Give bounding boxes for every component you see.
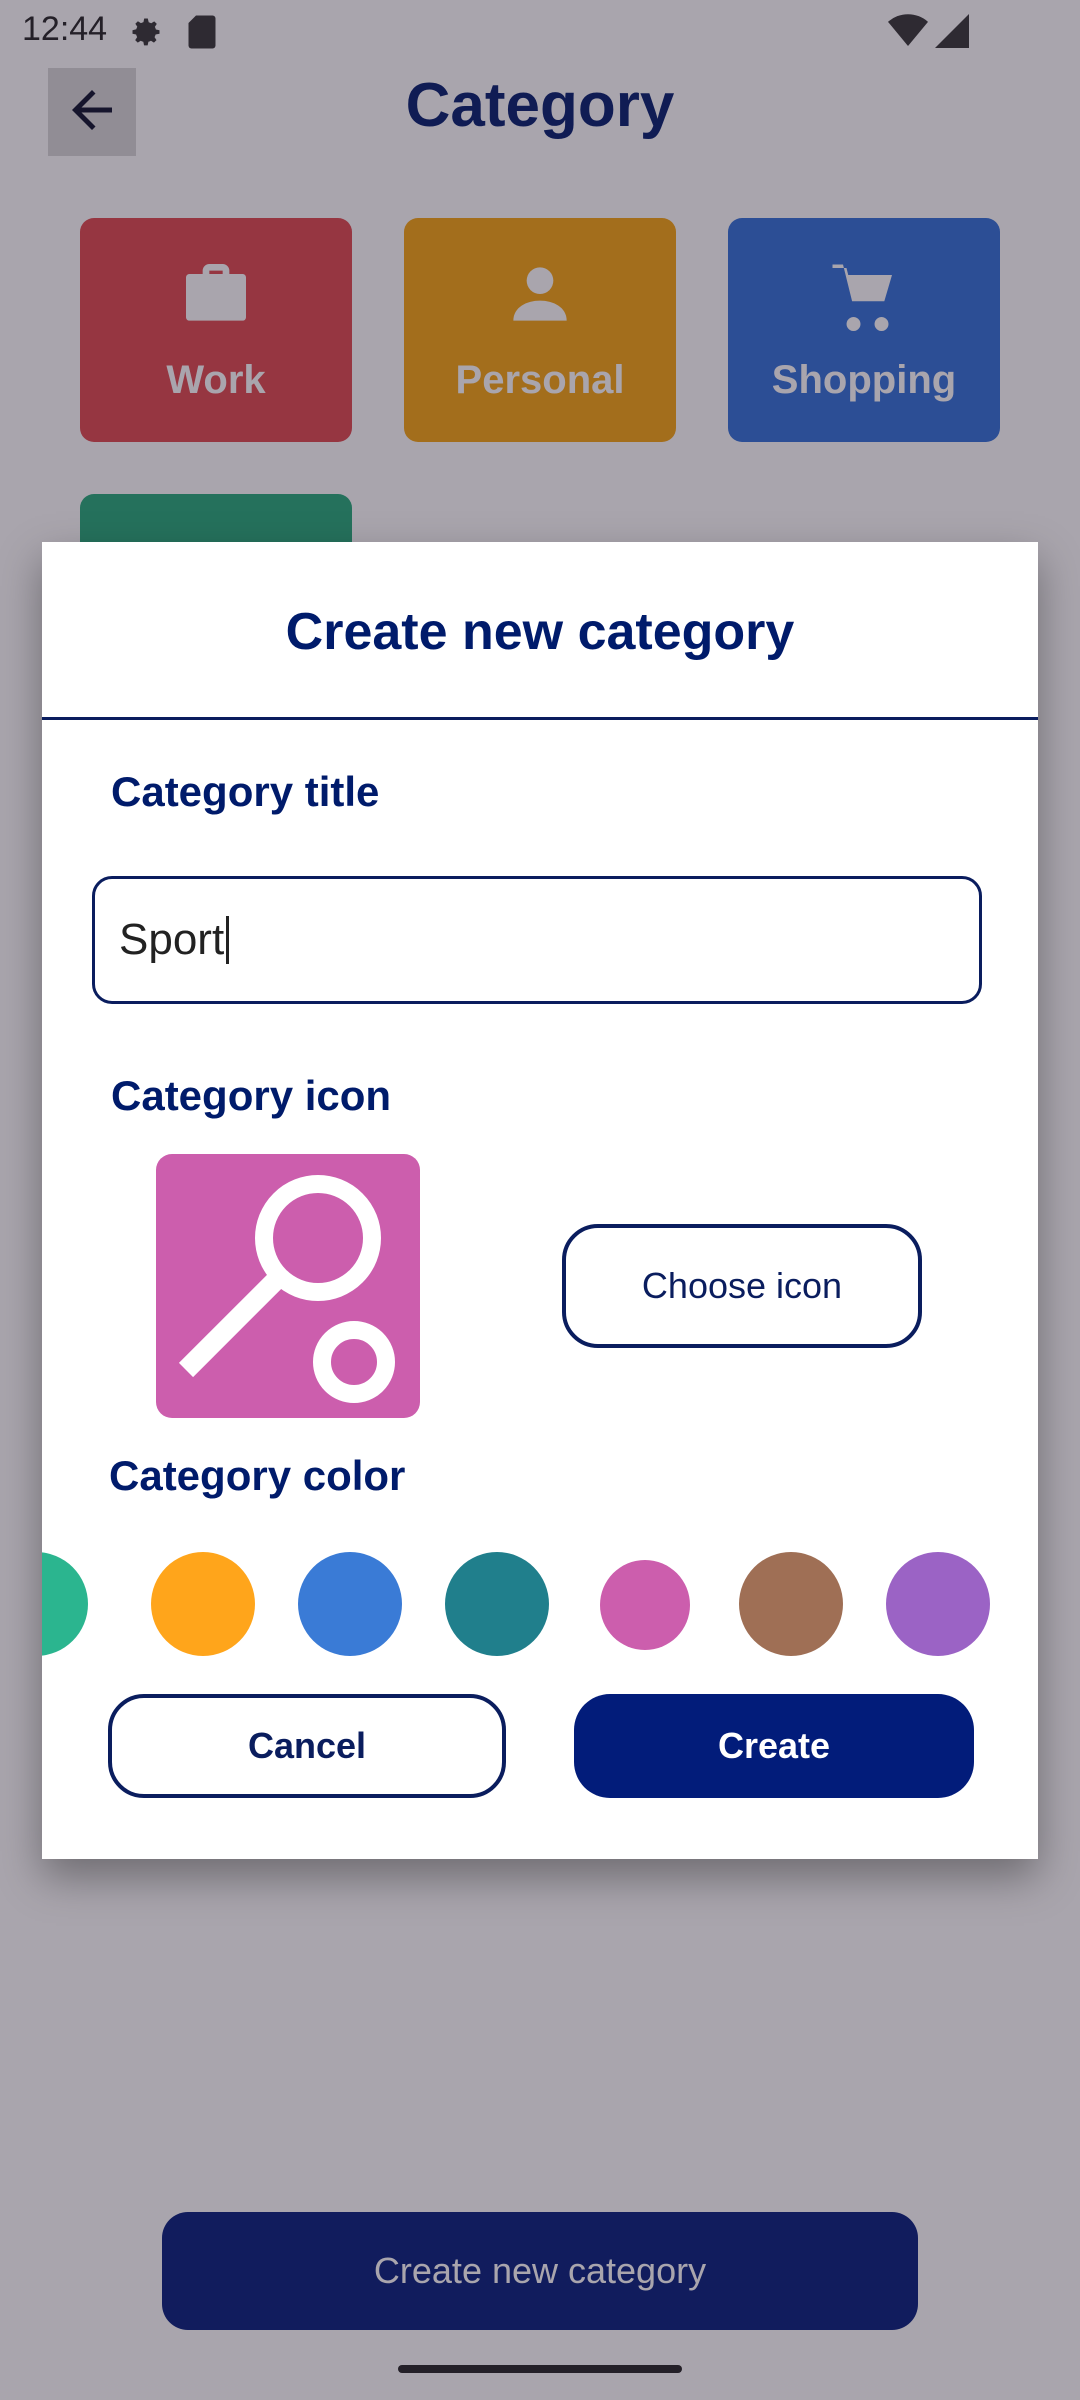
color-swatch-list[interactable]	[42, 1548, 1038, 1656]
color-swatch[interactable]	[445, 1552, 549, 1656]
cancel-button[interactable]: Cancel	[108, 1694, 506, 1798]
color-swatch-selected[interactable]	[600, 1560, 690, 1650]
category-title-input[interactable]: Sport	[92, 876, 982, 1004]
choose-icon-button[interactable]: Choose icon	[562, 1224, 922, 1348]
dialog-title: Create new category	[285, 603, 795, 661]
color-swatch[interactable]	[42, 1552, 88, 1656]
category-title-label: Category title	[111, 768, 380, 815]
color-swatch[interactable]	[298, 1552, 402, 1656]
dialog-divider	[42, 717, 1038, 720]
tennis-racket-icon	[156, 1175, 420, 1422]
create-button[interactable]: Create	[574, 1694, 974, 1798]
create-category-dialog: Create new category Category title Sport…	[42, 542, 1038, 1859]
selected-icon-preview	[156, 1154, 420, 1418]
color-swatch[interactable]	[886, 1552, 990, 1656]
color-swatch[interactable]	[151, 1552, 255, 1656]
category-title-value: Sport	[119, 915, 225, 964]
category-color-label: Category color	[109, 1452, 406, 1499]
text-caret	[226, 916, 230, 964]
color-swatch[interactable]	[739, 1552, 843, 1656]
category-icon-label: Category icon	[111, 1072, 392, 1119]
